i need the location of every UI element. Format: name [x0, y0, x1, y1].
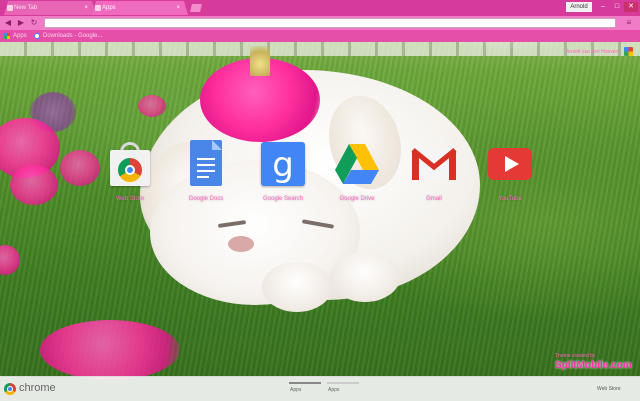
google-drive-icon: [333, 140, 381, 188]
app-label: Web Store: [115, 196, 145, 202]
chrome-web-store-icon: [106, 140, 154, 188]
background-flower: [10, 165, 58, 205]
chrome-menu-button[interactable]: ≡: [624, 18, 634, 28]
reload-button[interactable]: ↻: [29, 18, 39, 28]
app-web-store[interactable]: Web Store: [95, 140, 165, 202]
app-google-docs[interactable]: Google Docs: [171, 140, 241, 202]
tab-close-icon[interactable]: ×: [84, 1, 88, 15]
tab-favicon-icon: [95, 5, 101, 11]
app-label: Google Docs: [188, 196, 224, 202]
tab-label: New Tab: [14, 5, 38, 11]
bookmark-label: Apps: [13, 33, 27, 39]
apps-grid-icon: [4, 33, 10, 39]
background-flower: [60, 150, 100, 186]
minimize-button[interactable]: –: [596, 2, 610, 12]
app-label: Google Search: [262, 196, 304, 202]
app-google-drive[interactable]: Google Drive: [322, 140, 392, 202]
title-bar: New Tab × Apps × Arnold – □ ✕: [0, 0, 640, 16]
background-flower: [40, 320, 180, 380]
page-label[interactable]: Apps: [328, 387, 339, 393]
flower-stamen: [250, 46, 270, 76]
bottom-bar: chrome Apps Apps Web Store: [0, 376, 640, 401]
chrome-wordmark: chrome: [19, 382, 56, 394]
tab-new-tab[interactable]: New Tab ×: [4, 1, 96, 15]
puppy-nose: [228, 236, 254, 252]
new-tab-button[interactable]: [190, 4, 202, 12]
back-button[interactable]: ◀: [3, 18, 13, 28]
google-search-icon: g: [259, 140, 307, 188]
app-label: Google Drive: [339, 196, 375, 202]
app-label: YouTube: [498, 196, 522, 202]
google-docs-icon: [182, 140, 230, 188]
app-youtube[interactable]: YouTube: [475, 140, 545, 202]
app-gmail[interactable]: Gmail: [399, 140, 469, 202]
maximize-button[interactable]: □: [610, 2, 624, 12]
page-label[interactable]: Apps: [290, 387, 301, 393]
page-switcher-apps[interactable]: [289, 382, 321, 384]
bookmark-label: Downloads - Google...: [43, 33, 103, 39]
theme-credit-text: Theme created by: [555, 353, 596, 359]
profile-button[interactable]: Arnold: [566, 2, 592, 12]
theme-credit-link[interactable]: SplitMobile.com: [555, 360, 632, 371]
apps-grid-icon[interactable]: [624, 47, 633, 56]
address-bar[interactable]: [44, 18, 616, 28]
page-switcher-apps-2[interactable]: [327, 382, 359, 384]
app-label: Gmail: [426, 196, 442, 202]
bookmark-apps[interactable]: Apps: [4, 30, 27, 42]
tab-apps[interactable]: Apps ×: [92, 1, 188, 15]
google-favicon-icon: [34, 33, 40, 39]
close-window-button[interactable]: ✕: [624, 2, 638, 12]
youtube-icon: [486, 140, 534, 188]
background-flower: [138, 95, 166, 117]
bookmarks-bar: Apps Downloads - Google...: [0, 30, 640, 42]
navigation-toolbar: ◀ ▶ ↻ ≡: [0, 16, 640, 30]
chrome-logo-icon: [4, 383, 16, 395]
app-google-search[interactable]: g Google Search: [248, 140, 318, 202]
gmail-icon: [410, 140, 458, 188]
photo-attribution[interactable]: Arnold van den Hoeven: [566, 49, 618, 55]
forward-button[interactable]: ▶: [16, 18, 26, 28]
tab-favicon-icon: [7, 5, 13, 11]
puppy-paw: [262, 262, 332, 312]
tab-close-icon[interactable]: ×: [176, 1, 180, 15]
bookmark-downloads[interactable]: Downloads - Google...: [34, 30, 102, 42]
tab-label: Apps: [102, 5, 116, 11]
puppy-paw: [330, 252, 400, 302]
web-store-link[interactable]: Web Store: [597, 386, 621, 392]
